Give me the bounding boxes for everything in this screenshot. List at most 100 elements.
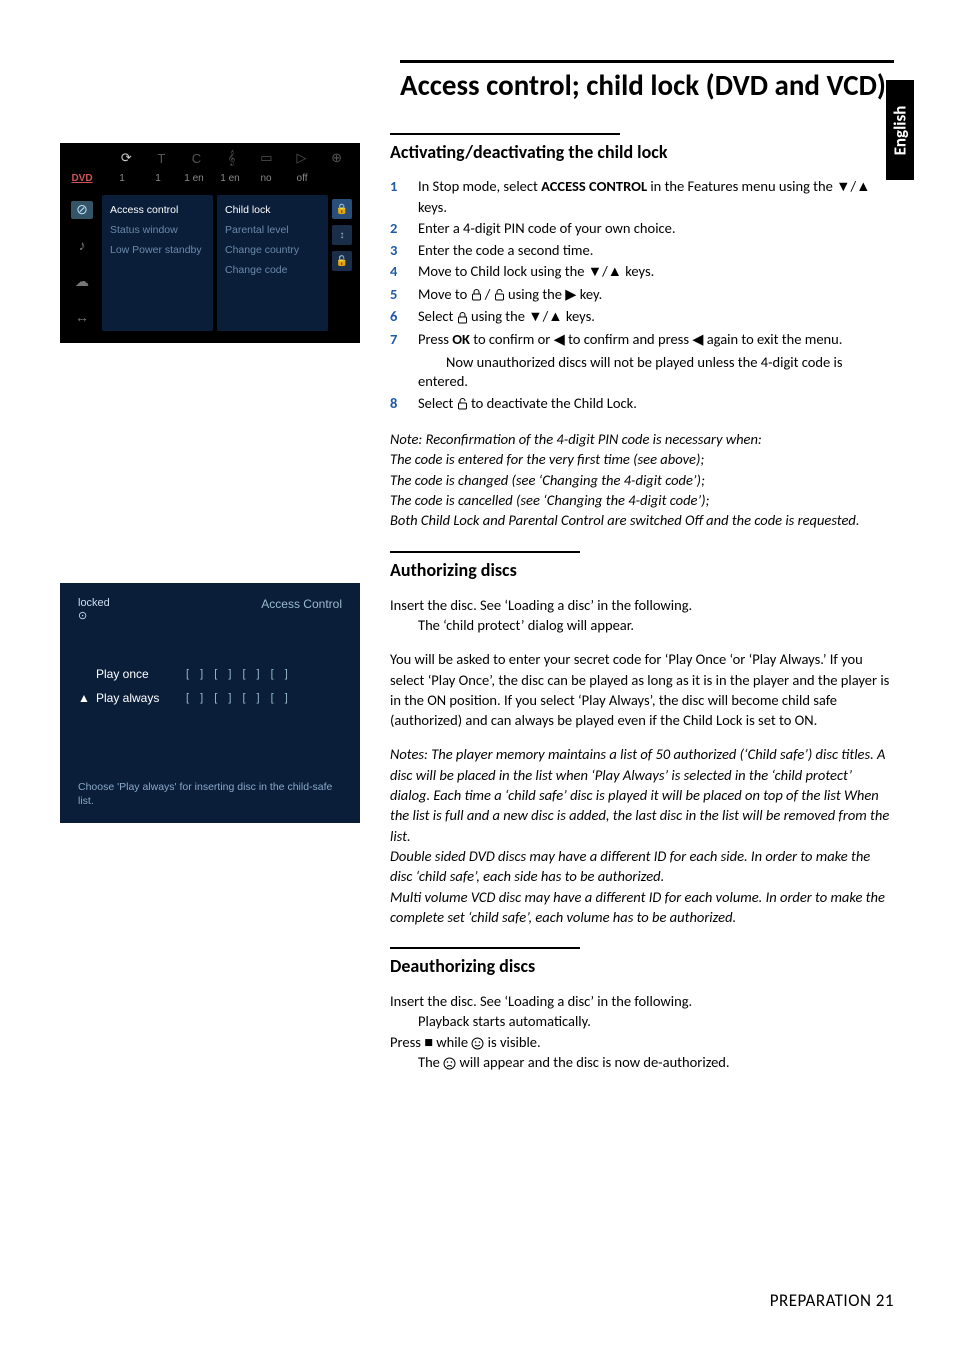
footer-page: 21 [876, 1290, 894, 1311]
menu-screenshot: ⟳ T C 𝄞 ▭ ▷ ⊕ DVD 1 1 1 en 1 en no off [60, 143, 360, 343]
section2-note: Notes: The player memory maintains a lis… [390, 744, 894, 927]
dvd-label: DVD [60, 173, 104, 191]
top-icon-2: T [144, 151, 179, 166]
top-icon-6: ▷ [284, 150, 319, 166]
step-num: 6 [390, 307, 404, 328]
menu-top-row: ⟳ T C 𝄞 ▭ ▷ ⊕ [60, 143, 360, 173]
step-text: Enter the code a second time. [418, 241, 894, 261]
section2-heading: Authorizing discs [390, 559, 894, 581]
title-rule [400, 60, 894, 63]
top-icon-5: ▭ [249, 150, 284, 166]
step-2: 2 Enter a 4-digit PIN code of your own ch… [390, 219, 894, 239]
left-icon-3: ↔ [71, 309, 93, 327]
section3-block: Insert the disc. See ‘Loading a disc’ in… [390, 991, 894, 1072]
dialog-row-1-code: [ ] [ ] [ ] [ ] [186, 692, 292, 704]
top-icon-7: ⊕ [319, 150, 354, 166]
dialog-row-1-mark: ▲ [78, 691, 96, 705]
section2-para1: Insert the disc. See ‘Loading a disc’ in… [390, 596, 692, 614]
menu-right-icons: 🔒 ↕ 🔓 [332, 195, 354, 331]
sub-cell-3: 1 en [212, 173, 248, 191]
step-num: 2 [390, 219, 404, 239]
step-1: 1 In Stop mode, select ACCESS CONTROL in … [390, 177, 894, 217]
step-num: 8 [390, 394, 404, 414]
section3-line3: The will appear and the disc is now de-a… [418, 1053, 730, 1071]
page-title: Access control; child lock (DVD and VCD) [400, 67, 894, 103]
smile-icon [471, 1037, 484, 1050]
section3-line1-indent: Playback starts automatically. [418, 1012, 591, 1030]
language-tab-label: English [890, 105, 911, 155]
section2-para1-block: Insert the disc. See ‘Loading a disc’ in… [390, 595, 894, 636]
section1-heading: Activating/deactivating the child lock [390, 141, 894, 163]
top-icon-4: 𝄞 [214, 150, 249, 166]
step-text: Move to Child lock using the ▼/▲ keys. [418, 262, 894, 283]
disc-icon: ⊙ [78, 610, 87, 622]
panelB-item-0: Child lock [225, 201, 320, 221]
sub-cell-2: 1 en [176, 173, 212, 191]
top-icon-3: C [179, 151, 214, 166]
stop-icon: ■ [424, 1033, 433, 1051]
step-num: 4 [390, 262, 404, 283]
dialog-row-0: Play once [ ] [ ] [ ] [ ] [78, 662, 342, 686]
step-text: Press OK to confirm or ◀ to confirm and … [418, 330, 894, 351]
section1-rule [390, 133, 620, 135]
panelA-item-2: Low Power standby [110, 241, 205, 261]
sub-cell-0: 1 [104, 173, 140, 191]
step-text: In Stop mode, select ACCESS CONTROL in t… [418, 177, 894, 217]
panelB-item-3: Change code [225, 261, 320, 281]
dialog-title: Access Control [261, 597, 342, 622]
right-icon-mid: ↕ [332, 225, 352, 245]
sub-cell-5: off [284, 173, 320, 191]
panelB-item-2: Change country [225, 241, 320, 261]
section1-note: Note: Reconfirmation of the 4-digit PIN … [390, 429, 894, 530]
step-7: 7 Press OK to confirm or ◀ to confirm and… [390, 330, 894, 351]
section2-rule [390, 551, 580, 553]
dialog-row-1-label: Play always [96, 691, 186, 705]
dialog-row-1: ▲ Play always [ ] [ ] [ ] [ ] [78, 686, 342, 710]
right-icon-lock: 🔒 [332, 199, 352, 219]
menu-body: ⊘ ♪ ☁ ↔ Access control Status window Low… [60, 191, 360, 337]
right-icon-unlock: 🔓 [332, 251, 352, 271]
step-num: 7 [390, 330, 404, 351]
step-text: Enter a 4-digit PIN code of your own cho… [418, 219, 894, 239]
step-6: 6 Select using the ▼/▲ keys. [390, 307, 894, 328]
panelA-item-1: Status window [110, 221, 205, 241]
step-text: Select to deactivate the Child Lock. [418, 394, 894, 414]
dialog-row-0-label: Play once [96, 667, 186, 681]
menu-sub-row: DVD 1 1 1 en 1 en no off [60, 173, 360, 191]
left-icon-0: ⊘ [71, 201, 93, 219]
left-icon-1: ♪ [71, 237, 93, 255]
section3-heading: Deauthorizing discs [390, 955, 894, 977]
dialog-hint: Choose 'Play always' for inserting disc … [78, 780, 342, 809]
sub-cell-4: no [248, 173, 284, 191]
step-4: 4 Move to Child lock using the ▼/▲ keys. [390, 262, 894, 283]
dialog-mid: Play once [ ] [ ] [ ] [ ] ▲ Play always … [78, 662, 342, 710]
step-8: 8 Select to deactivate the Child Lock. [390, 394, 894, 414]
menu-left-icons: ⊘ ♪ ☁ ↔ [66, 195, 98, 331]
step-3: 3 Enter the code a second time. [390, 241, 894, 261]
menu-panel-b: Child lock Parental level Change country… [217, 195, 328, 331]
footer-section: PREPARATION [770, 1290, 872, 1311]
step-text: Select using the ▼/▲ keys. [418, 307, 894, 328]
dialog-locked-label: locked⊙ [78, 597, 110, 622]
section3-line2: Press ■ while is visible. [390, 1033, 541, 1051]
language-tab: English [886, 80, 914, 180]
step-num: 3 [390, 241, 404, 261]
step-7-indent: Now unauthorized discs will not be playe… [390, 353, 894, 392]
sad-icon [443, 1057, 456, 1070]
steps-list: 1 In Stop mode, select ACCESS CONTROL in … [390, 177, 894, 413]
step-5: 5 Move to / using the ▶ key. [390, 285, 894, 306]
top-icon-1: ⟳ [109, 150, 144, 166]
section3-line1: Insert the disc. See ‘Loading a disc’ in… [390, 992, 692, 1010]
panelB-item-1: Parental level [225, 221, 320, 241]
step-text: Move to / using the ▶ key. [418, 285, 894, 306]
section2-para1-indent: The ‘child protect’ dialog will appear. [418, 616, 634, 634]
step-num: 5 [390, 285, 404, 306]
dialog-screenshot: locked⊙ Access Control Play once [ ] [ ]… [60, 583, 360, 823]
page-footer: PREPARATION 21 [770, 1290, 894, 1311]
menu-panel-a: Access control Status window Low Power s… [102, 195, 213, 331]
left-icon-2: ☁ [71, 273, 93, 291]
dialog-row-0-code: [ ] [ ] [ ] [ ] [186, 668, 292, 680]
step-num: 1 [390, 177, 404, 217]
section2-para2: You will be asked to enter your secret c… [390, 649, 894, 730]
dialog-top: locked⊙ Access Control [60, 583, 360, 622]
